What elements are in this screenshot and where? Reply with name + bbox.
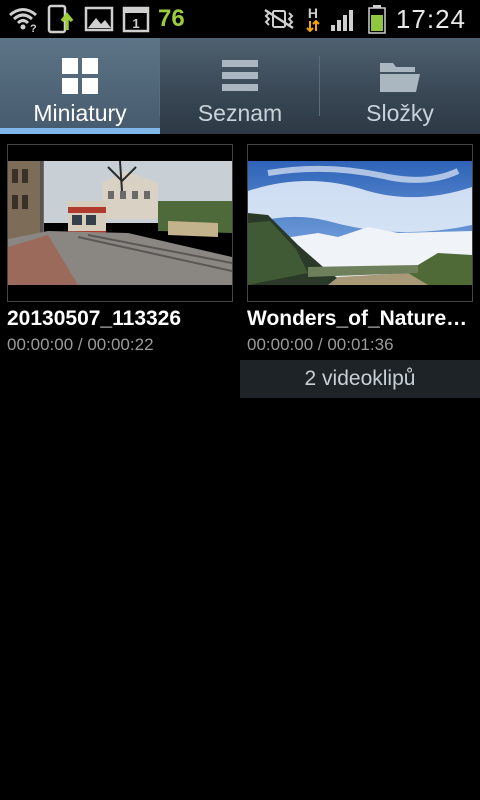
status-bar: ? 1 76 H 17:24	[0, 0, 480, 38]
clock: 17:24	[395, 3, 466, 34]
wifi-question-icon: ?	[8, 6, 38, 32]
clip-count-label: 2 videoklipů	[240, 360, 480, 398]
video-thumbnail-frame[interactable]	[247, 144, 473, 302]
video-duration: 00:00:00 / 00:00:22	[7, 335, 154, 354]
tab-thumbnails[interactable]: Miniatury	[0, 38, 160, 134]
calendar-icon: 1	[122, 5, 150, 33]
battery-icon	[368, 4, 386, 34]
svg-text:1: 1	[132, 16, 139, 31]
tab-thumbnails-label: Miniatury	[33, 100, 127, 126]
tab-list[interactable]: Seznam	[160, 38, 320, 134]
tab-folders[interactable]: Složky	[320, 38, 480, 134]
grid-icon	[61, 56, 99, 96]
video-duration: 00:00:00 / 00:01:36	[247, 335, 394, 354]
network-type-label: H	[307, 5, 318, 21]
download-update-icon	[46, 4, 76, 34]
folder-icon	[379, 56, 421, 96]
network-h-icon: H	[306, 6, 320, 32]
video-thumbnail	[8, 161, 232, 285]
video-thumbnail	[248, 161, 472, 285]
list-icon	[221, 56, 259, 96]
video-thumbnail-frame[interactable]	[7, 144, 233, 302]
gallery-icon	[84, 6, 114, 32]
tab-list-label: Seznam	[197, 100, 283, 126]
notification-count: 76	[158, 5, 185, 32]
active-tab-indicator	[0, 128, 160, 134]
view-tab-bar: Miniatury Seznam Složky	[0, 38, 480, 134]
signal-icon	[330, 6, 358, 32]
svg-text:?: ?	[30, 23, 37, 32]
video-title: 20130507_113326	[7, 307, 182, 330]
tab-folders-label: Složky	[366, 100, 434, 126]
video-title: Wonders_of_Nature_8...	[247, 307, 477, 330]
no-vibrate-icon	[262, 8, 296, 30]
